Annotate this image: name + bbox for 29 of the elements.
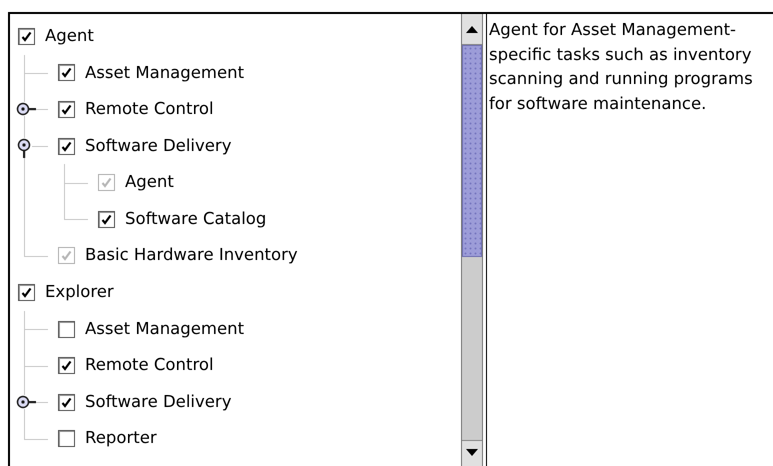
checkbox[interactable] (58, 64, 75, 82)
checkbox[interactable] (58, 357, 75, 374)
scroll-down-button[interactable] (462, 440, 482, 466)
tree-handle-icon[interactable] (16, 102, 36, 116)
scroll-up-button[interactable] (462, 14, 482, 45)
checkbox[interactable] (58, 394, 75, 411)
tree-item-label[interactable]: Explorer (45, 280, 114, 305)
checkbox[interactable] (58, 100, 75, 118)
tree-item-label[interactable]: Software Delivery (85, 134, 232, 158)
scrollbar-thumb[interactable] (462, 45, 482, 257)
tree-item-label[interactable]: Asset Management (85, 60, 244, 86)
down-arrow-icon (466, 449, 478, 456)
tree-item-label[interactable]: Agent (45, 24, 94, 49)
tree-item-label[interactable]: Software Catalog (125, 206, 266, 232)
scrollbar-track[interactable] (461, 14, 483, 466)
checkbox[interactable] (18, 28, 35, 45)
tree-item-label[interactable]: Software Delivery (85, 390, 232, 415)
up-arrow-icon (466, 26, 478, 32)
description-text: Agent for Asset Management-specific tasks such as inventory scanning and running programs for software maintenance. (489, 19, 754, 114)
checkbox[interactable] (18, 284, 35, 301)
checkbox[interactable] (58, 320, 75, 338)
tree-item-label[interactable]: Remote Control (85, 353, 214, 378)
checkbox[interactable] (98, 210, 115, 228)
checkbox[interactable] (58, 138, 75, 155)
tree-handle-icon[interactable] (16, 395, 36, 410)
tree-item-label[interactable]: Reporter (85, 426, 157, 452)
tree-item-label[interactable]: Remote Control (85, 97, 214, 122)
checkbox[interactable] (58, 430, 75, 448)
tree-item-label[interactable]: Asset Management (85, 316, 244, 342)
